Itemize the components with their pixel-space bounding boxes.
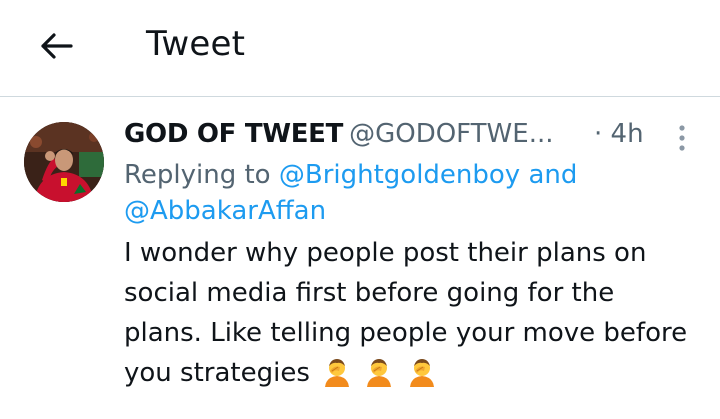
replying-prefix: Replying to bbox=[124, 160, 271, 190]
person-facepalming-icon bbox=[322, 357, 352, 399]
person-facepalming-icon bbox=[407, 357, 437, 399]
author-handle[interactable]: @GODOFTWE... bbox=[349, 119, 553, 149]
more-options-button[interactable] bbox=[672, 123, 692, 151]
avatar[interactable] bbox=[24, 122, 104, 202]
tweet-header: GOD OF TWEET @GODOFTWE... · 4h bbox=[124, 113, 694, 155]
author-name[interactable]: GOD OF TWEET bbox=[124, 119, 343, 149]
tweet-content: GOD OF TWEET @GODOFTWE... · 4h Replying t… bbox=[124, 113, 694, 399]
replying-to: Replying to @Brightgoldenboy and @Abbaka… bbox=[124, 157, 694, 229]
reply-mention-link[interactable]: @AbbakarAffan bbox=[124, 196, 326, 226]
tweet-text: I wonder why people post their plans on … bbox=[124, 233, 694, 399]
person-facepalming-icon bbox=[364, 357, 394, 399]
reply-mention-link[interactable]: @Brightgoldenboy bbox=[279, 160, 520, 190]
top-app-bar: Tweet bbox=[0, 0, 720, 97]
tweet-text-body: I wonder why people post their plans on … bbox=[124, 238, 688, 388]
timestamp[interactable]: · 4h bbox=[594, 113, 644, 155]
avatar-image bbox=[24, 122, 104, 202]
arrow-left-icon bbox=[41, 33, 73, 59]
more-vertical-icon bbox=[679, 125, 685, 151]
page-title: Tweet bbox=[146, 24, 246, 64]
reply-joiner[interactable]: and bbox=[528, 160, 577, 190]
back-button[interactable] bbox=[34, 24, 78, 68]
